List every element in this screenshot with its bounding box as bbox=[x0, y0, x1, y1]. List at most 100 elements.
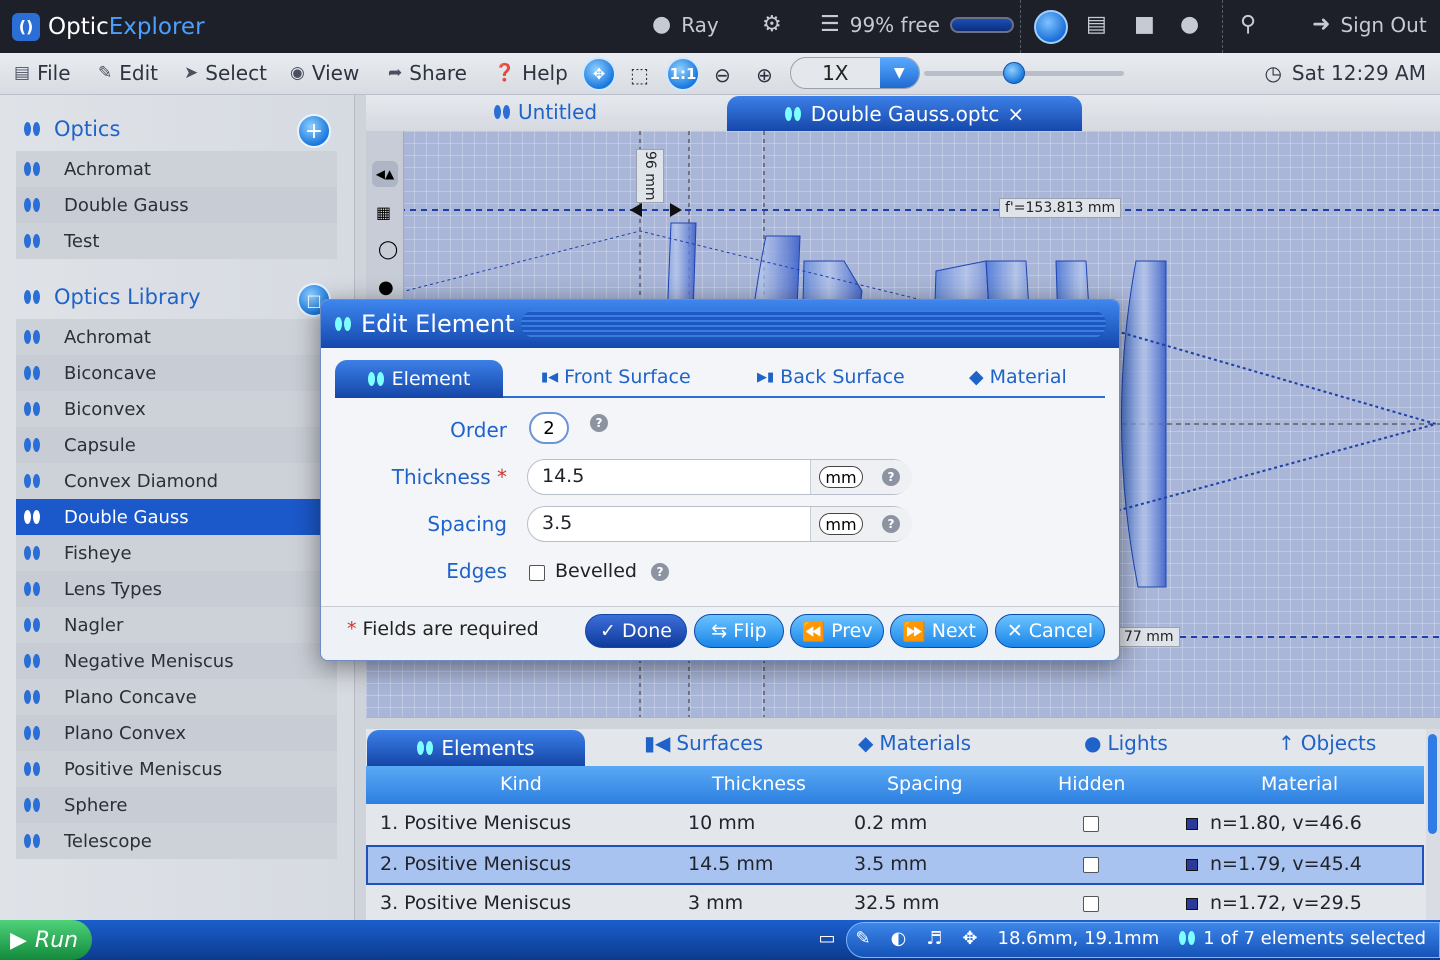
list-item[interactable]: Sphere bbox=[16, 787, 337, 823]
pan-button[interactable]: ✥ bbox=[582, 57, 616, 91]
bevelled-checkbox[interactable] bbox=[529, 565, 545, 581]
menu-view[interactable]: ◉ View bbox=[290, 61, 359, 85]
edges-help-icon[interactable]: ? bbox=[651, 563, 669, 581]
menu-file[interactable]: ▤ File bbox=[14, 61, 71, 85]
optics-mode-button[interactable] bbox=[1034, 10, 1068, 44]
list-item[interactable]: Achromat bbox=[16, 319, 337, 355]
list-item[interactable]: Biconvex bbox=[16, 391, 337, 427]
bevelled-label[interactable]: Bevelled bbox=[555, 560, 637, 582]
folder-button[interactable]: ■ bbox=[1134, 12, 1155, 37]
zoom-slider-handle[interactable] bbox=[1003, 62, 1025, 84]
run-button[interactable]: ▶ Run bbox=[0, 920, 92, 960]
chat-button[interactable]: ● bbox=[1180, 12, 1199, 37]
list-item[interactable]: Positive Meniscus bbox=[16, 751, 337, 787]
list-item[interactable]: Fisheye bbox=[16, 535, 337, 571]
done-button[interactable]: ✓ Done bbox=[585, 614, 687, 648]
nav-arrows-icon[interactable]: ◀▲ bbox=[372, 161, 398, 187]
spacing-help-icon[interactable]: ? bbox=[882, 515, 900, 533]
dialog-tab-front-surface[interactable]: ▮◀ Front Surface bbox=[541, 366, 691, 388]
brush-icon[interactable]: ✎ bbox=[855, 928, 870, 949]
one-to-one-button[interactable]: 1:1 bbox=[666, 57, 700, 91]
cancel-button[interactable]: ✕ Cancel bbox=[995, 614, 1105, 648]
list-item[interactable]: Convex Diamond bbox=[16, 463, 337, 499]
tab-elements[interactable]: Elements bbox=[367, 730, 585, 766]
list-item[interactable]: Biconcave bbox=[16, 355, 337, 391]
lens-tool-icon[interactable]: ◯ bbox=[378, 239, 398, 260]
contrast-icon[interactable]: ◐ bbox=[891, 928, 907, 949]
list-item[interactable]: Nagler bbox=[16, 607, 337, 643]
hidden-checkbox[interactable] bbox=[1083, 857, 1099, 873]
speaker-icon[interactable]: ♬ bbox=[926, 928, 942, 949]
order-help-icon[interactable]: ? bbox=[590, 414, 608, 432]
hidden-checkbox[interactable] bbox=[1083, 816, 1099, 832]
thickness-field[interactable]: 14.5 mm bbox=[527, 459, 912, 495]
light-bulb-icon[interactable]: ● bbox=[378, 277, 394, 298]
close-icon[interactable]: × bbox=[1007, 102, 1024, 126]
menu-share[interactable]: ➦ Share bbox=[388, 61, 467, 85]
grid-icon[interactable]: ▦ bbox=[376, 203, 391, 222]
list-item[interactable]: Test bbox=[16, 223, 337, 259]
list-item[interactable]: Achromat bbox=[16, 151, 337, 187]
required-note-text: Fields are required bbox=[362, 618, 539, 640]
table-scrollbar-thumb[interactable] bbox=[1428, 734, 1437, 834]
marquee-select-button[interactable]: ⬚ bbox=[630, 63, 649, 87]
hidden-checkbox[interactable] bbox=[1083, 896, 1099, 912]
thickness-input[interactable]: 14.5 bbox=[542, 465, 584, 487]
table-row[interactable]: 3. Positive Meniscus 3 mm 32.5 mm n=1.72… bbox=[366, 884, 1424, 924]
list-item[interactable]: Double Gauss bbox=[16, 187, 337, 223]
map-button[interactable]: ▤ bbox=[1086, 12, 1107, 37]
column-kind[interactable]: Kind bbox=[500, 773, 542, 795]
table-row-selected[interactable]: 2. Positive Meniscus 14.5 mm 3.5 mm n=1.… bbox=[366, 845, 1424, 885]
dialog-tab-material[interactable]: ◆ Material bbox=[969, 366, 1067, 388]
settings-button[interactable]: ⚙ bbox=[762, 12, 782, 37]
add-optic-button[interactable]: + bbox=[297, 114, 331, 148]
list-item[interactable]: Telescope bbox=[16, 823, 337, 859]
dialog-tab-back-surface[interactable]: ▶▮ Back Surface bbox=[757, 366, 905, 388]
lens-icon bbox=[24, 833, 42, 849]
column-thickness[interactable]: Thickness bbox=[712, 773, 806, 795]
list-item[interactable]: Plano Convex bbox=[16, 715, 337, 751]
menu-select[interactable]: ➤ Select bbox=[184, 61, 267, 85]
menu-help[interactable]: ❓ Help bbox=[494, 61, 568, 85]
menu-edit[interactable]: ✎ Edit bbox=[98, 61, 158, 85]
flip-button[interactable]: ⇆ Flip bbox=[694, 614, 784, 648]
app-brand[interactable]: () OpticExplorer bbox=[0, 12, 330, 41]
dialog-tab-element[interactable]: Element bbox=[335, 360, 503, 398]
chevron-down-icon[interactable]: ▼ bbox=[879, 58, 919, 88]
top-bar: () OpticExplorer ● Ray ⚙ ☰ 99% free ▤ ■ … bbox=[0, 0, 1440, 53]
monitor-icon[interactable]: ▭ bbox=[818, 928, 835, 949]
tab-surfaces[interactable]: ▮◀ Surfaces bbox=[644, 731, 763, 755]
prev-button[interactable]: ⏪ Prev bbox=[790, 614, 884, 648]
user-menu[interactable]: ● Ray bbox=[652, 12, 719, 37]
column-material[interactable]: Material bbox=[1261, 773, 1338, 795]
spacing-field[interactable]: 3.5 mm bbox=[527, 506, 912, 542]
list-item[interactable]: Capsule bbox=[16, 427, 337, 463]
tab-lights[interactable]: ● Lights bbox=[1084, 731, 1168, 755]
list-item[interactable]: Double Gauss bbox=[16, 499, 337, 535]
zoom-out-button[interactable]: ⊖ bbox=[714, 63, 731, 87]
dialog-title-bar[interactable]: Edit Element bbox=[321, 300, 1119, 348]
next-button[interactable]: ⏩ Next bbox=[890, 614, 988, 648]
column-hidden[interactable]: Hidden bbox=[1058, 773, 1125, 795]
list-item[interactable]: Negative Meniscus bbox=[16, 643, 337, 679]
spacing-input[interactable]: 3.5 bbox=[542, 512, 572, 534]
tab-untitled[interactable]: Untitled bbox=[494, 100, 597, 124]
sign-out-button[interactable]: ➜ Sign Out bbox=[1312, 12, 1427, 37]
table-row[interactable]: 1. Positive Meniscus 10 mm 0.2 mm n=1.80… bbox=[366, 804, 1424, 844]
user-search-button[interactable]: ⚲ bbox=[1240, 12, 1256, 37]
tab-materials[interactable]: ◆ Materials bbox=[858, 731, 971, 755]
tab-double-gauss[interactable]: Double Gauss.optc × bbox=[727, 96, 1082, 132]
thickness-help-icon[interactable]: ? bbox=[882, 468, 900, 486]
order-field[interactable]: 2 bbox=[529, 412, 569, 444]
zoom-in-button[interactable]: ⊕ bbox=[756, 63, 773, 87]
panel-splitter[interactable] bbox=[366, 717, 1440, 729]
thickness-unit[interactable]: mm bbox=[819, 466, 863, 488]
tab-objects[interactable]: ↑ Objects bbox=[1278, 731, 1376, 755]
spacing-unit[interactable]: mm bbox=[819, 513, 863, 535]
column-spacing[interactable]: Spacing bbox=[887, 773, 963, 795]
list-item[interactable]: Lens Types bbox=[16, 571, 337, 607]
zoom-select[interactable]: 1X ▼ bbox=[790, 57, 920, 89]
move-icon[interactable]: ✥ bbox=[962, 928, 977, 949]
clock: ◷ Sat 12:29 AM bbox=[1264, 61, 1426, 85]
list-item[interactable]: Plano Concave bbox=[16, 679, 337, 715]
